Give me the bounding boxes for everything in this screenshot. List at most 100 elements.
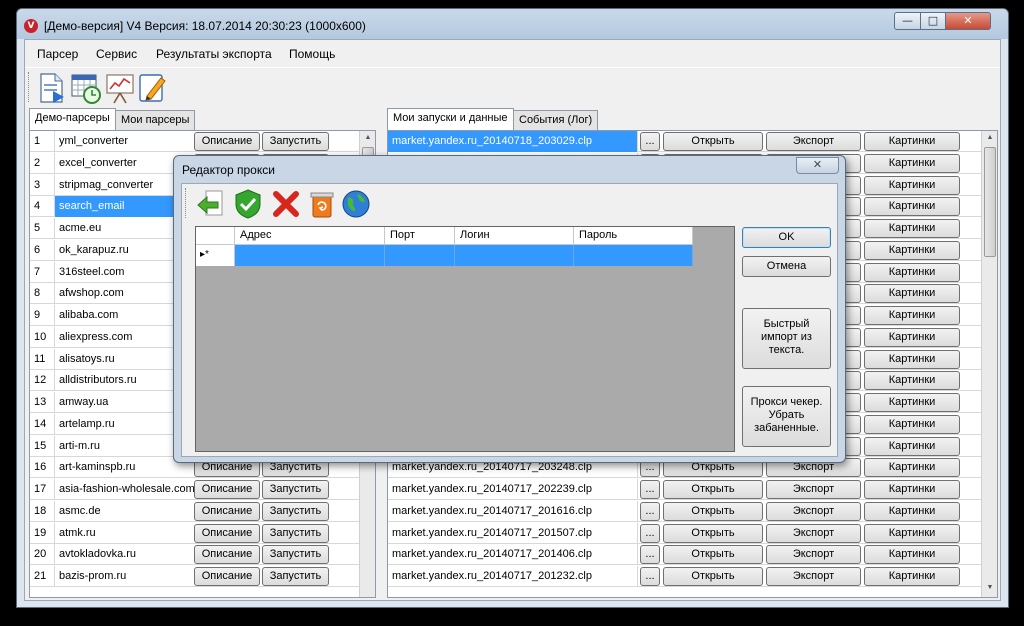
run-button[interactable]: Запустить xyxy=(262,524,329,543)
presentation-icon[interactable] xyxy=(103,71,137,105)
run-row[interactable]: market.yandex.ru_20140717_201507.clp... О… xyxy=(388,523,981,544)
images-button[interactable]: Картинки xyxy=(864,502,960,521)
run-row[interactable]: market.yandex.ru_20140717_201232.clp... О… xyxy=(388,566,981,587)
ok-button[interactable]: OK xyxy=(742,227,831,248)
edit-icon[interactable] xyxy=(137,71,171,105)
images-button[interactable]: Картинки xyxy=(864,284,960,303)
run-row[interactable]: market.yandex.ru_20140718_203029.clp... О… xyxy=(388,131,981,152)
export-button[interactable]: Экспорт xyxy=(766,480,861,499)
column-header-password[interactable]: Пароль xyxy=(574,227,693,245)
more-button[interactable]: ... xyxy=(640,480,660,499)
parser-name[interactable]: atmk.ru xyxy=(55,523,195,544)
images-button[interactable]: Картинки xyxy=(864,241,960,260)
runs-list-scrollbar[interactable]: ▲ ▼ xyxy=(981,131,997,597)
more-button[interactable]: ... xyxy=(640,545,660,564)
open-button[interactable]: Открыть xyxy=(663,132,763,151)
images-button[interactable]: Картинки xyxy=(864,371,960,390)
images-button[interactable]: Картинки xyxy=(864,350,960,369)
scroll-up-icon[interactable]: ▲ xyxy=(982,131,997,145)
more-button[interactable]: ... xyxy=(640,132,660,151)
open-button[interactable]: Открыть xyxy=(663,480,763,499)
images-button[interactable]: Картинки xyxy=(864,415,960,434)
parser-row[interactable]: 17 asia-fashion-wholesale.com Описание Запу… xyxy=(30,479,359,500)
open-button[interactable]: Открыть xyxy=(663,524,763,543)
menu-service[interactable]: Сервис xyxy=(96,47,137,61)
run-button[interactable]: Запустить xyxy=(262,480,329,499)
images-button[interactable]: Картинки xyxy=(864,437,960,456)
menu-help[interactable]: Помощь xyxy=(289,47,335,61)
maximize-button[interactable]: □ xyxy=(920,12,946,30)
images-button[interactable]: Картинки xyxy=(864,219,960,238)
minimize-button[interactable]: — xyxy=(894,12,921,30)
images-button[interactable]: Картинки xyxy=(864,154,960,173)
export-button[interactable]: Экспорт xyxy=(766,545,861,564)
globe-icon[interactable] xyxy=(340,188,372,220)
images-button[interactable]: Картинки xyxy=(864,132,960,151)
open-button[interactable]: Открыть xyxy=(663,545,763,564)
parser-row[interactable]: 20 avtokladovka.ru Описание Запустить xyxy=(30,544,359,565)
open-button[interactable]: Открыть xyxy=(663,502,763,521)
images-button[interactable]: Картинки xyxy=(864,263,960,282)
schedule-icon[interactable] xyxy=(69,71,103,105)
images-button[interactable]: Картинки xyxy=(864,545,960,564)
images-button[interactable]: Картинки xyxy=(864,393,960,412)
run-file-name[interactable]: market.yandex.ru_20140717_201406.clp xyxy=(388,544,638,565)
import-arrow-icon[interactable] xyxy=(194,188,226,220)
images-button[interactable]: Картинки xyxy=(864,458,960,477)
export-button[interactable]: Экспорт xyxy=(766,524,861,543)
run-button[interactable]: Запустить xyxy=(262,502,329,521)
new-row-port-cell[interactable] xyxy=(385,245,455,266)
images-button[interactable]: Картинки xyxy=(864,524,960,543)
run-file-name[interactable]: market.yandex.ru_20140717_201616.clp xyxy=(388,501,638,522)
open-document-icon[interactable] xyxy=(35,71,69,105)
recycle-bin-icon[interactable] xyxy=(306,188,338,220)
describe-button[interactable]: Описание xyxy=(194,502,260,521)
images-button[interactable]: Картинки xyxy=(864,567,960,586)
run-row[interactable]: market.yandex.ru_20140717_201616.clp... О… xyxy=(388,501,981,522)
export-button[interactable]: Экспорт xyxy=(766,567,861,586)
new-row-password-cell[interactable] xyxy=(574,245,693,266)
parser-name[interactable]: bazis-prom.ru xyxy=(55,566,195,587)
check-shield-icon[interactable] xyxy=(232,188,264,220)
cancel-button[interactable]: Отмена xyxy=(742,256,831,277)
column-header-address[interactable]: Адрес xyxy=(235,227,385,245)
menu-parser[interactable]: Парсер xyxy=(37,47,78,61)
scroll-down-icon[interactable]: ▼ xyxy=(982,581,997,595)
open-button[interactable]: Открыть xyxy=(663,567,763,586)
tab-my-parsers[interactable]: Мои парсеры xyxy=(115,110,196,130)
run-file-name[interactable]: market.yandex.ru_20140717_202239.clp xyxy=(388,479,638,500)
more-button[interactable]: ... xyxy=(640,567,660,586)
parser-row[interactable]: 1 yml_converter Описание Запустить xyxy=(30,131,359,152)
parser-name[interactable]: yml_converter xyxy=(55,131,195,152)
parser-name[interactable]: avtokladovka.ru xyxy=(55,544,195,565)
describe-button[interactable]: Описание xyxy=(194,567,260,586)
more-button[interactable]: ... xyxy=(640,502,660,521)
menu-export-results[interactable]: Результаты экспорта xyxy=(156,47,272,61)
describe-button[interactable]: Описание xyxy=(194,545,260,564)
images-button[interactable]: Картинки xyxy=(864,176,960,195)
scroll-thumb[interactable] xyxy=(984,147,996,257)
more-button[interactable]: ... xyxy=(640,524,660,543)
describe-button[interactable]: Описание xyxy=(194,132,260,151)
parser-row[interactable]: 18 asmc.de Описание Запустить xyxy=(30,501,359,522)
run-button[interactable]: Запустить xyxy=(262,132,329,151)
export-button[interactable]: Экспорт xyxy=(766,502,861,521)
title-bar[interactable]: V [Демо-версия] V4 Версия: 18.07.2014 20… xyxy=(17,9,1008,39)
scroll-up-icon[interactable]: ▲ xyxy=(360,131,375,145)
run-file-name[interactable]: market.yandex.ru_20140718_203029.clp xyxy=(388,131,638,152)
parser-name[interactable]: asia-fashion-wholesale.com xyxy=(55,479,195,500)
describe-button[interactable]: Описание xyxy=(194,524,260,543)
images-button[interactable]: Картинки xyxy=(864,480,960,499)
quick-import-button[interactable]: Быстрый импорт из текста. xyxy=(742,308,831,369)
tab-events-log[interactable]: События (Лог) xyxy=(513,110,599,130)
run-file-name[interactable]: market.yandex.ru_20140717_201507.clp xyxy=(388,523,638,544)
column-header-login[interactable]: Логин xyxy=(455,227,574,245)
run-row[interactable]: market.yandex.ru_20140717_201406.clp... О… xyxy=(388,544,981,565)
new-row-address-cell[interactable] xyxy=(235,245,385,266)
export-button[interactable]: Экспорт xyxy=(766,132,861,151)
proxy-checker-button[interactable]: Прокси чекер. Убрать забаненные. xyxy=(742,386,831,447)
describe-button[interactable]: Описание xyxy=(194,480,260,499)
column-header-port[interactable]: Порт xyxy=(385,227,455,245)
dialog-close-button[interactable]: ✕ xyxy=(796,157,839,174)
tab-my-runs[interactable]: Мои запуски и данные xyxy=(387,108,514,130)
